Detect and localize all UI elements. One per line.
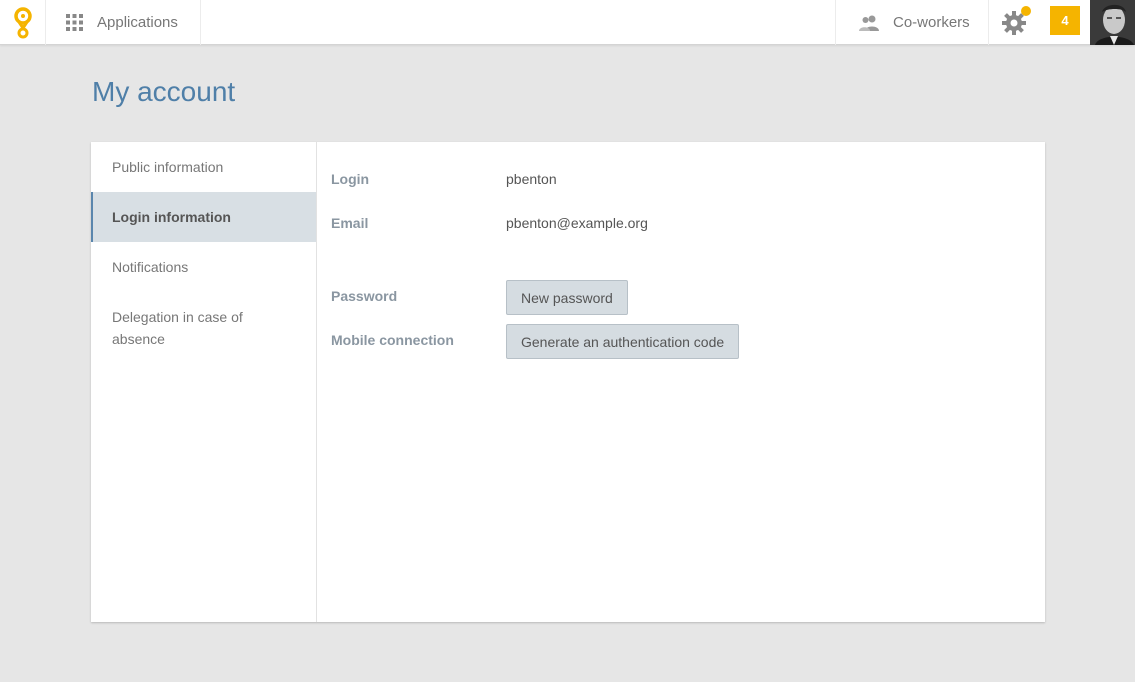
avatar[interactable] (1090, 0, 1135, 45)
email-value: pbenton@example.org (506, 215, 648, 231)
apps-grid-icon (66, 14, 83, 31)
account-card: Public information Login information Not… (91, 142, 1045, 622)
login-value: pbenton (506, 171, 557, 187)
account-sidebar: Public information Login information Not… (91, 142, 317, 622)
generate-auth-code-button[interactable]: Generate an authentication code (506, 324, 740, 359)
page-title: My account (92, 76, 236, 107)
applications-menu[interactable]: Applications (46, 0, 201, 45)
sidebar-item-notifications[interactable]: Notifications (91, 242, 316, 292)
applications-label: Applications (97, 14, 178, 31)
logo-icon[interactable] (0, 0, 46, 45)
password-label: Password (331, 288, 398, 304)
settings-button[interactable] (989, 0, 1039, 45)
sidebar-item-login-information[interactable]: Login information (91, 192, 316, 242)
notification-badge[interactable]: 4 (1050, 6, 1080, 35)
new-password-button[interactable]: New password (506, 280, 628, 315)
login-information-panel: Login pbenton Email pbenton@example.org … (317, 142, 1045, 622)
coworkers-menu[interactable]: Co-workers (835, 0, 989, 45)
sidebar-item-delegation[interactable]: Delegation in case of absence (91, 292, 316, 364)
coworkers-icon (859, 15, 879, 31)
mobile-connection-label: Mobile connection (331, 332, 454, 348)
top-bar: Applications Co-workers 4 (0, 0, 1135, 45)
sidebar-item-public-information[interactable]: Public information (91, 142, 316, 192)
settings-alert-dot (1021, 6, 1031, 16)
coworkers-label: Co-workers (893, 14, 970, 31)
email-label: Email (331, 215, 369, 231)
login-label: Login (331, 171, 370, 187)
